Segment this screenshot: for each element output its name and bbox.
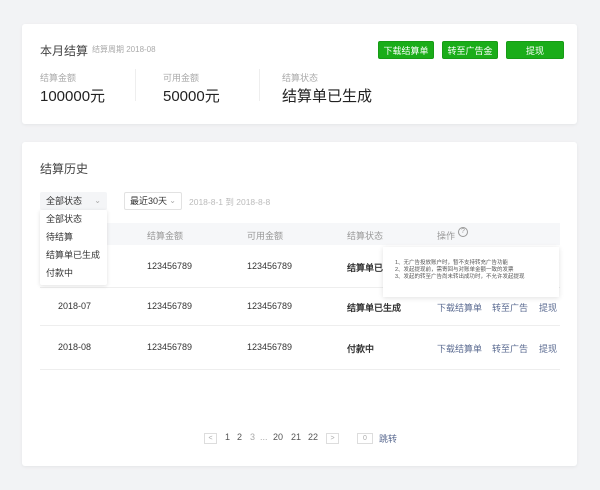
divider bbox=[135, 69, 136, 101]
jump-page-input[interactable]: 0 bbox=[357, 433, 373, 444]
summary-title: 本月结算 bbox=[40, 44, 89, 58]
summary-period: 结算周期 2018-08 bbox=[92, 45, 156, 54]
withdraw-button[interactable]: 提现 bbox=[506, 41, 564, 59]
status-cell: 付款中 bbox=[347, 344, 375, 354]
prev-page-button[interactable]: < bbox=[204, 433, 217, 444]
month-cell: 2018-08 bbox=[58, 342, 92, 352]
withdraw-link[interactable]: 提现 bbox=[539, 342, 557, 355]
next-page-button[interactable]: > bbox=[326, 433, 339, 444]
download-statement-link[interactable]: 下载结算单 bbox=[437, 301, 482, 314]
page-link[interactable]: 2 bbox=[237, 432, 242, 442]
transfer-to-ad-link[interactable]: 转至广告 bbox=[492, 301, 528, 314]
stat-value: 100000元 bbox=[40, 88, 106, 105]
download-statement-link[interactable]: 下载结算单 bbox=[437, 342, 482, 355]
amount-cell: 123456789 bbox=[147, 342, 193, 352]
chevron-down-icon: ⌄ bbox=[94, 196, 101, 205]
operation-tooltip: 1、无广告投放账户时，暂不支持转充广告功能 2、发起提现前，需寄回与对账单金额一… bbox=[383, 247, 559, 297]
available-cell: 123456789 bbox=[247, 261, 293, 271]
page-ellipsis: ... bbox=[260, 432, 268, 442]
page-link[interactable]: 21 bbox=[291, 432, 301, 442]
page-link[interactable]: 1 bbox=[225, 432, 230, 442]
tooltip-line: 1、无广告投放账户时，暂不支持转充广告功能 bbox=[395, 260, 509, 266]
range-filter-select[interactable]: 最近30天 ⌄ bbox=[124, 192, 182, 210]
table-row: 2018-08 123456789 123456789 付款中 下载结算单 转至广告 提现 bbox=[40, 326, 560, 370]
tooltip-line: 2、发起提现前，需寄回与对账单金额一致的发票 bbox=[395, 267, 514, 273]
help-icon[interactable]: ? bbox=[458, 227, 468, 237]
column-header: 结算状态 bbox=[347, 231, 384, 241]
menu-item[interactable]: 全部状态 bbox=[40, 211, 107, 228]
stat-label: 结算金额 bbox=[40, 73, 77, 83]
summary-card: 本月结算 结算周期 2018-08 下载结算单 转至广告金 提现 结算金额 10… bbox=[22, 24, 577, 124]
amount-cell: 123456789 bbox=[147, 301, 193, 311]
jump-button[interactable]: 跳转 bbox=[379, 432, 397, 445]
column-header: 操作 bbox=[437, 231, 456, 241]
stat-value: 50000元 bbox=[163, 88, 220, 105]
transfer-to-ad-button[interactable]: 转至广告金 bbox=[442, 41, 498, 59]
page-link[interactable]: 3 bbox=[250, 432, 255, 442]
transfer-to-ad-link[interactable]: 转至广告 bbox=[492, 342, 528, 355]
stat-label: 可用金额 bbox=[163, 73, 200, 83]
column-header: 结算金额 bbox=[147, 231, 184, 241]
range-filter-value: 最近30天 bbox=[130, 196, 168, 206]
amount-cell: 123456789 bbox=[147, 261, 193, 271]
stat-value: 结算单已生成 bbox=[282, 88, 373, 105]
status-filter-value: 全部状态 bbox=[46, 196, 83, 206]
status-dropdown-menu: 全部状态 待结算 结算单已生成 付款中 bbox=[40, 210, 107, 285]
withdraw-link[interactable]: 提现 bbox=[539, 301, 557, 314]
month-cell: 2018-07 bbox=[58, 301, 92, 311]
status-cell: 结算单已生成 bbox=[347, 303, 402, 313]
page-link[interactable]: 22 bbox=[308, 432, 318, 442]
history-title: 结算历史 bbox=[40, 162, 89, 176]
date-range: 2018-8-1 到 2018-8-8 bbox=[189, 197, 271, 207]
page-link[interactable]: 20 bbox=[273, 432, 283, 442]
divider bbox=[259, 69, 260, 101]
menu-item[interactable]: 待结算 bbox=[40, 229, 107, 246]
status-filter-select[interactable]: 全部状态 ⌄ bbox=[40, 192, 107, 210]
table-header: 结算金额 可用金额 结算状态 操作 ? bbox=[40, 223, 560, 245]
history-card: 结算历史 全部状态 ⌄ 最近30天 ⌄ 2018-8-1 到 2018-8-8 结算… bbox=[22, 142, 577, 466]
tooltip-line: 3、发起的转至广告尚未转出成功时，不允许发起提现 bbox=[395, 274, 525, 280]
stat-label: 结算状态 bbox=[282, 73, 319, 83]
available-cell: 123456789 bbox=[247, 342, 293, 352]
column-header: 可用金额 bbox=[247, 231, 284, 241]
available-cell: 123456789 bbox=[247, 301, 293, 311]
download-statement-button[interactable]: 下载结算单 bbox=[378, 41, 434, 59]
menu-item[interactable]: 付款中 bbox=[40, 265, 107, 282]
menu-item[interactable]: 结算单已生成 bbox=[40, 247, 107, 264]
chevron-down-icon: ⌄ bbox=[169, 196, 176, 205]
